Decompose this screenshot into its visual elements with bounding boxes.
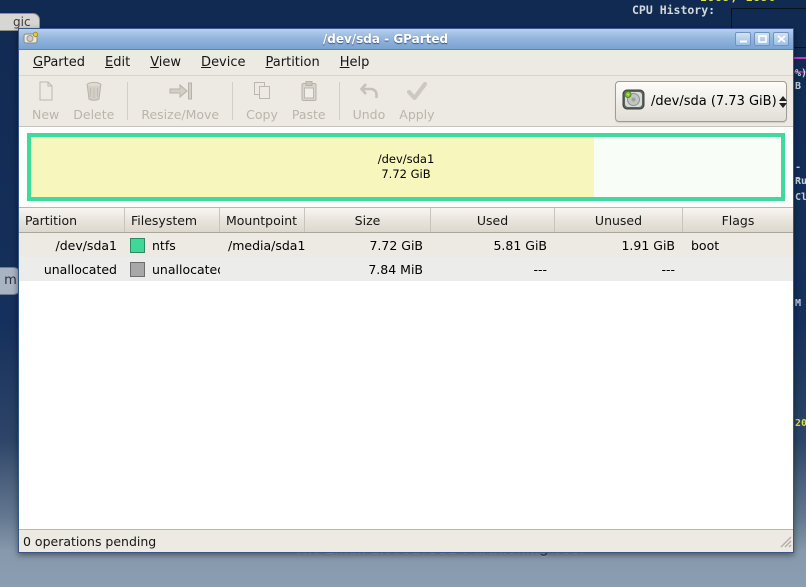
table-row-sda1[interactable]: /dev/sda1 ntfs /media/sda1 7.72 GiB 5.81… [19, 233, 793, 257]
cell-unused: 1.91 GiB [555, 233, 683, 257]
table-row-unallocated[interactable]: unallocated unallocated 7.84 MiB --- --- [19, 257, 793, 281]
monitor-edge-fragment: 20 [795, 418, 806, 429]
partition-sda1-visual[interactable]: /dev/sda1 7.72 GiB [27, 133, 785, 201]
header-partition[interactable]: Partition [19, 208, 125, 232]
harddisk-icon [622, 89, 645, 114]
gparted-window: /dev/sda - GParted GParted Edit View Dev… [18, 28, 794, 553]
gparted-app-icon [23, 30, 39, 49]
menu-device[interactable]: Device [191, 52, 255, 73]
toolbar-separator [127, 82, 128, 120]
header-size[interactable]: Size [305, 208, 431, 232]
delete-button[interactable]: Delete [66, 78, 121, 124]
delete-icon [83, 80, 105, 106]
menubar: GParted Edit View Device Partition Help [19, 50, 793, 76]
device-selector-spinner-icon[interactable] [777, 96, 789, 108]
cpu-history-label: CPU History: [632, 3, 715, 17]
minimize-button[interactable] [735, 32, 751, 46]
operations-pending-status: 0 operations pending [23, 534, 156, 549]
titlebar[interactable]: /dev/sda - GParted [19, 29, 793, 50]
undo-icon [358, 80, 380, 106]
maximize-button[interactable] [754, 32, 770, 46]
cell-used: --- [431, 257, 555, 281]
apply-icon [405, 80, 429, 106]
cell-flags: boot [683, 233, 793, 257]
copy-icon [251, 80, 273, 106]
unallocated-color-swatch [130, 262, 145, 277]
cell-partition: /dev/sda1 [19, 233, 125, 257]
monitor-clipped-line: 1885, 1856 [700, 0, 806, 4]
toolbar-separator [339, 82, 340, 120]
resize-move-icon [167, 80, 193, 106]
header-unused[interactable]: Unused [555, 208, 683, 232]
menu-partition[interactable]: Partition [256, 52, 330, 73]
header-flags[interactable]: Flags [683, 208, 793, 232]
statusbar: 0 operations pending [19, 529, 793, 552]
menu-view[interactable]: View [140, 52, 191, 73]
device-selector-value: /dev/sda (7.73 GiB) [651, 94, 777, 109]
cell-mountpoint: /media/sda1 [220, 233, 305, 257]
undo-button[interactable]: Undo [346, 78, 393, 124]
resize-move-button[interactable]: Resize/Move [134, 78, 226, 124]
cell-filesystem: unallocated [125, 257, 220, 281]
copy-button[interactable]: Copy [239, 78, 285, 124]
table-empty-area [19, 281, 793, 529]
monitor-edge-line [793, 57, 806, 59]
header-filesystem[interactable]: Filesystem [125, 208, 220, 232]
paste-button[interactable]: Paste [285, 78, 333, 124]
apply-button[interactable]: Apply [392, 78, 441, 124]
paste-icon [298, 80, 320, 106]
new-icon [35, 80, 57, 106]
partition-visual-panel: /dev/sda1 7.72 GiB [19, 127, 793, 208]
new-button[interactable]: New [25, 78, 66, 124]
cell-size: 7.84 MiB [305, 257, 431, 281]
toolbar: New Delete Resize/Move Copy Paste [19, 76, 793, 127]
cell-flags [683, 257, 793, 281]
menu-help[interactable]: Help [330, 52, 380, 73]
monitor-edge-fragment: %) [795, 68, 806, 79]
close-button[interactable] [773, 32, 789, 46]
cell-mountpoint [220, 257, 305, 281]
header-used[interactable]: Used [431, 208, 555, 232]
cell-filesystem: ntfs [125, 233, 220, 257]
menu-edit[interactable]: Edit [95, 52, 140, 73]
ntfs-color-swatch [130, 238, 145, 253]
header-mountpoint[interactable]: Mountpoint [220, 208, 305, 232]
device-selector[interactable]: /dev/sda (7.73 GiB) [615, 81, 787, 122]
window-title: /dev/sda - GParted [39, 32, 732, 46]
cell-partition: unallocated [19, 257, 125, 281]
partition-table-header: Partition Filesystem Mountpoint Size Use… [19, 208, 793, 233]
resize-grip[interactable] [777, 533, 792, 551]
monitor-edge-fragment: Ru [795, 176, 806, 187]
menu-gparted[interactable]: GParted [23, 52, 95, 73]
toolbar-separator [232, 82, 233, 120]
monitor-edge-fragment: B [795, 81, 801, 92]
partition-visual-label: /dev/sda1 7.72 GiB [31, 137, 781, 197]
cell-used: 5.81 GiB [431, 233, 555, 257]
monitor-edge-fragment: Cl [795, 192, 806, 203]
cell-size: 7.72 GiB [305, 233, 431, 257]
cell-unused: --- [555, 257, 683, 281]
monitor-edge-fragment: M [795, 298, 801, 309]
